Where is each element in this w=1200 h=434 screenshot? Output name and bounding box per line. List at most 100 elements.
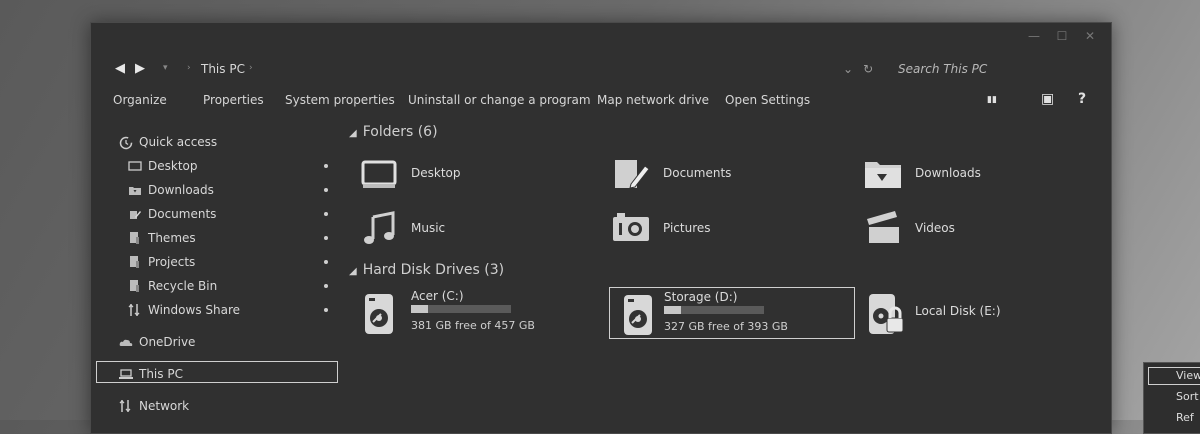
nav-label: Themes <box>148 231 196 245</box>
locked-drive-icon <box>863 292 904 334</box>
uninstall-program-button[interactable]: Uninstall or change a program <box>408 93 591 107</box>
folder-label: Videos <box>915 221 955 235</box>
close-button[interactable]: ✕ <box>1083 29 1097 43</box>
drives-group-header[interactable]: ◢ Hard Disk Drives (3) <box>349 262 504 278</box>
drive-usage-bar <box>664 306 764 314</box>
drive-usage-bar <box>411 305 511 313</box>
drive-d[interactable]: Storage (D:) 327 GB free of 393 GB <box>609 287 855 339</box>
drive-label: Local Disk (E:) <box>915 304 1001 318</box>
recycle-bin-icon <box>128 280 142 292</box>
nav-label: Quick access <box>139 135 218 149</box>
context-menu-view[interactable]: View <box>1176 369 1200 385</box>
breadcrumb-this-pc[interactable]: This PC <box>201 62 245 76</box>
address-dropdown-icon[interactable]: ⌄ <box>843 62 853 76</box>
nav-label: This PC <box>139 367 183 381</box>
pin-icon <box>324 164 328 168</box>
themes-folder-icon <box>128 232 142 244</box>
nav-this-pc[interactable]: This PC <box>119 364 183 384</box>
drive-e[interactable]: Local Disk (E:) <box>845 287 1085 337</box>
nav-quick-access[interactable]: Quick access <box>119 132 217 152</box>
nav-item-themes[interactable]: Themes <box>128 228 196 248</box>
downloads-folder-icon <box>863 154 903 194</box>
projects-folder-icon <box>128 256 142 268</box>
folder-label: Pictures <box>663 221 711 235</box>
network-icon <box>119 400 133 412</box>
back-arrow-icon[interactable]: ◀ <box>115 61 125 76</box>
drive-free-space: 327 GB free of 393 GB <box>664 320 788 333</box>
camera-icon <box>611 209 651 249</box>
search-input[interactable]: Search This PC <box>898 62 987 76</box>
folder-videos[interactable]: Videos <box>845 204 1085 254</box>
maximize-button[interactable]: ☐ <box>1055 29 1069 43</box>
nav-label: Projects <box>148 255 196 269</box>
nav-item-windows-share[interactable]: Windows Share <box>128 300 240 320</box>
collapse-arrow-icon: ◢ <box>349 266 357 277</box>
nav-label: Windows Share <box>148 303 241 317</box>
nav-label: Downloads <box>148 183 214 197</box>
breadcrumb-separator-icon: › <box>187 63 191 73</box>
map-network-drive-button[interactable]: Map network drive <box>597 93 709 107</box>
folders-group-header[interactable]: ◢ Folders (6) <box>349 124 438 140</box>
network-share-icon <box>128 304 142 316</box>
preview-pane-icon[interactable]: ▣ <box>1041 91 1054 107</box>
nav-label: Documents <box>148 207 217 221</box>
nav-item-recycle-bin[interactable]: Recycle Bin <box>128 276 217 296</box>
documents-icon <box>611 154 651 194</box>
drive-label: Acer (C:) <box>411 289 464 303</box>
open-settings-button[interactable]: Open Settings <box>725 93 810 107</box>
context-menu-sort[interactable]: Sort <box>1176 390 1199 406</box>
downloads-folder-icon <box>128 184 142 196</box>
explorer-window: — ☐ ✕ ◀ ▶ ▾ › This PC › ⌄ ↻ Search This … <box>90 22 1112 434</box>
folder-desktop[interactable]: Desktop <box>341 149 581 199</box>
nav-label: Network <box>139 399 190 413</box>
breadcrumb-separator-icon[interactable]: › <box>249 63 253 73</box>
nav-item-projects[interactable]: Projects <box>128 252 195 272</box>
nav-onedrive[interactable]: OneDrive <box>119 332 195 352</box>
recent-locations-icon[interactable]: ▾ <box>163 63 168 73</box>
organize-button[interactable]: Organize <box>113 93 167 107</box>
drive-c[interactable]: Acer (C:) 381 GB free of 457 GB <box>341 287 581 337</box>
folder-label: Documents <box>663 166 732 180</box>
desktop-icon <box>359 154 399 194</box>
folder-downloads[interactable]: Downloads <box>845 149 1085 199</box>
context-menu: View Sort Ref <box>1143 362 1200 434</box>
folder-pictures[interactable]: Pictures <box>593 204 833 254</box>
view-options-icon[interactable]: ▮▮ <box>987 95 997 105</box>
refresh-icon[interactable]: ↻ <box>863 62 873 76</box>
context-menu-refresh[interactable]: Ref <box>1176 411 1194 427</box>
folder-label: Desktop <box>411 166 461 180</box>
folder-music[interactable]: Music <box>341 204 581 254</box>
pin-icon <box>324 308 328 312</box>
pin-icon <box>324 284 328 288</box>
address-row: ◀ ▶ ▾ › This PC › ⌄ ↻ Search This PC <box>91 59 1111 81</box>
collapse-arrow-icon: ◢ <box>349 128 357 139</box>
nav-item-downloads[interactable]: Downloads <box>128 180 214 200</box>
forward-arrow-icon[interactable]: ▶ <box>135 61 145 76</box>
folder-documents[interactable]: Documents <box>593 149 833 199</box>
documents-icon <box>128 208 142 220</box>
caption-buttons: — ☐ ✕ <box>1027 29 1097 43</box>
drive-free-space: 381 GB free of 457 GB <box>411 319 535 332</box>
pin-icon <box>324 260 328 264</box>
properties-button[interactable]: Properties <box>203 93 264 107</box>
hard-drive-icon <box>618 293 658 335</box>
computer-icon <box>119 368 133 380</box>
drive-label: Storage (D:) <box>664 290 738 304</box>
group-title: Hard Disk Drives (3) <box>362 262 505 278</box>
navigation-pane: Quick access Desktop Downloads Documents… <box>91 127 341 427</box>
hard-drive-icon <box>359 292 399 334</box>
folder-label: Downloads <box>915 166 981 180</box>
nav-network[interactable]: Network <box>119 396 189 416</box>
pin-icon <box>324 212 328 216</box>
minimize-button[interactable]: — <box>1027 29 1041 43</box>
drive-usage-fill <box>411 305 428 313</box>
group-title: Folders (6) <box>362 124 438 140</box>
system-properties-button[interactable]: System properties <box>285 93 395 107</box>
music-note-icon <box>359 209 399 249</box>
help-icon[interactable]: ? <box>1078 91 1086 107</box>
cloud-icon <box>119 336 133 348</box>
content-pane: ◢ Folders (6) Desktop Documents Downloads… <box>341 119 1111 429</box>
pin-icon <box>324 236 328 240</box>
nav-item-documents[interactable]: Documents <box>128 204 216 224</box>
nav-item-desktop[interactable]: Desktop <box>128 156 198 176</box>
